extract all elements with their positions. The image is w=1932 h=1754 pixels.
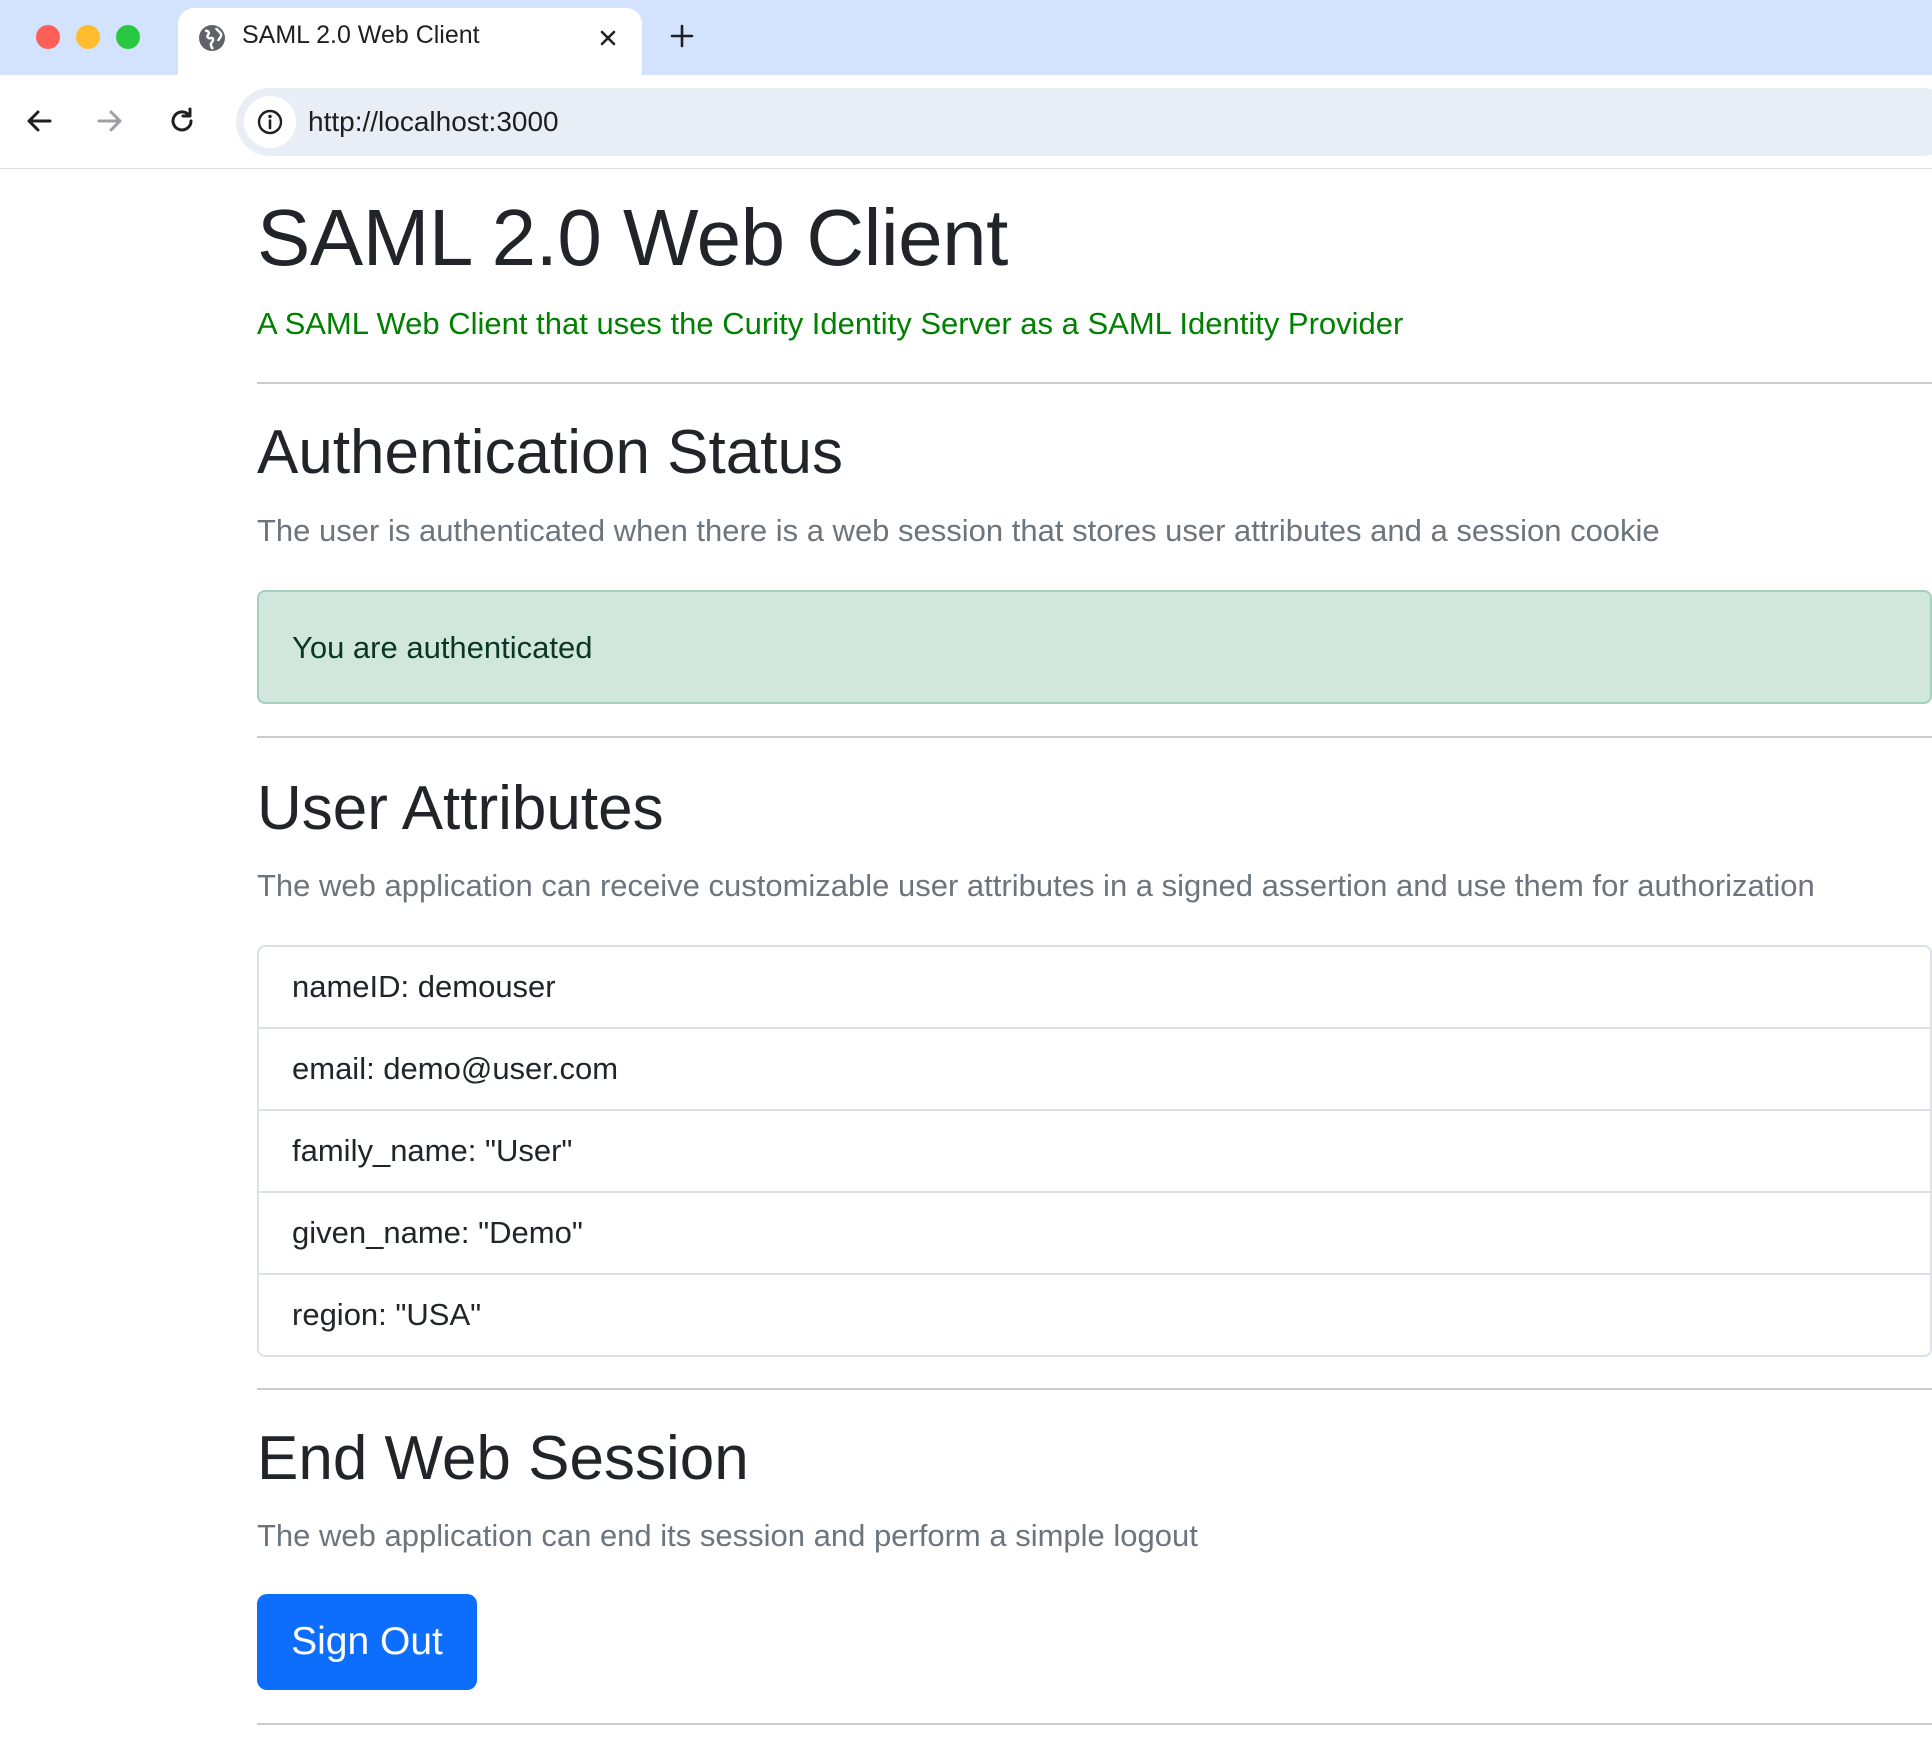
close-icon[interactable] <box>592 22 624 54</box>
attribute-nameid: nameID: demouser <box>292 969 556 1004</box>
page-subtitle: A SAML Web Client that uses the Curity I… <box>257 306 1404 341</box>
attribute-given-name: given_name: "Demo" <box>292 1215 583 1250</box>
browser-tab-strip: SAML 2.0 Web Client <box>0 0 1932 75</box>
auth-status-description: The user is authenticated when there is … <box>257 513 1660 548</box>
sign-out-button[interactable]: Sign Out <box>257 1594 477 1690</box>
arrow-left-icon[interactable] <box>20 102 58 140</box>
browser-toolbar: http://localhost:3000 <box>0 75 1932 169</box>
user-attributes-description: The web application can receive customiz… <box>257 868 1815 903</box>
end-session-heading: End Web Session <box>257 1424 749 1493</box>
info-icon <box>257 109 283 135</box>
page-title: SAML 2.0 Web Client <box>257 193 1008 282</box>
reload-icon[interactable] <box>163 102 201 140</box>
divider <box>257 1723 1932 1725</box>
list-item: email: demo@user.com <box>259 1029 1930 1111</box>
attribute-email: email: demo@user.com <box>292 1051 619 1086</box>
site-info-button[interactable] <box>244 96 296 148</box>
divider <box>257 736 1932 738</box>
list-item: region: "USA" <box>259 1275 1930 1355</box>
list-item: family_name: "User" <box>259 1111 1930 1193</box>
divider <box>257 382 1932 384</box>
plus-icon[interactable] <box>666 20 698 52</box>
attribute-region: region: "USA" <box>292 1297 482 1332</box>
user-attributes-heading: User Attributes <box>257 774 664 843</box>
globe-icon <box>199 25 225 51</box>
window-minimize-button[interactable] <box>76 25 100 49</box>
list-item: nameID: demouser <box>259 947 1930 1029</box>
browser-tab-active[interactable]: SAML 2.0 Web Client <box>178 8 642 75</box>
window-maximize-button[interactable] <box>116 25 140 49</box>
tab-title: SAML 2.0 Web Client <box>242 21 480 49</box>
attribute-family-name: family_name: "User" <box>292 1133 573 1168</box>
user-attributes-list: nameID: demouser email: demo@user.com fa… <box>257 945 1932 1357</box>
auth-status-alert: You are authenticated <box>257 590 1932 704</box>
address-bar[interactable]: http://localhost:3000 <box>236 88 1932 156</box>
end-session-description: The web application can end its session … <box>257 1518 1198 1553</box>
divider <box>257 1388 1932 1390</box>
arrow-right-icon[interactable] <box>91 102 129 140</box>
auth-status-heading: Authentication Status <box>257 418 843 487</box>
auth-status-alert-text: You are authenticated <box>292 630 593 665</box>
url-text[interactable]: http://localhost:3000 <box>308 106 559 138</box>
list-item: given_name: "Demo" <box>259 1193 1930 1275</box>
window-close-button[interactable] <box>36 25 60 49</box>
